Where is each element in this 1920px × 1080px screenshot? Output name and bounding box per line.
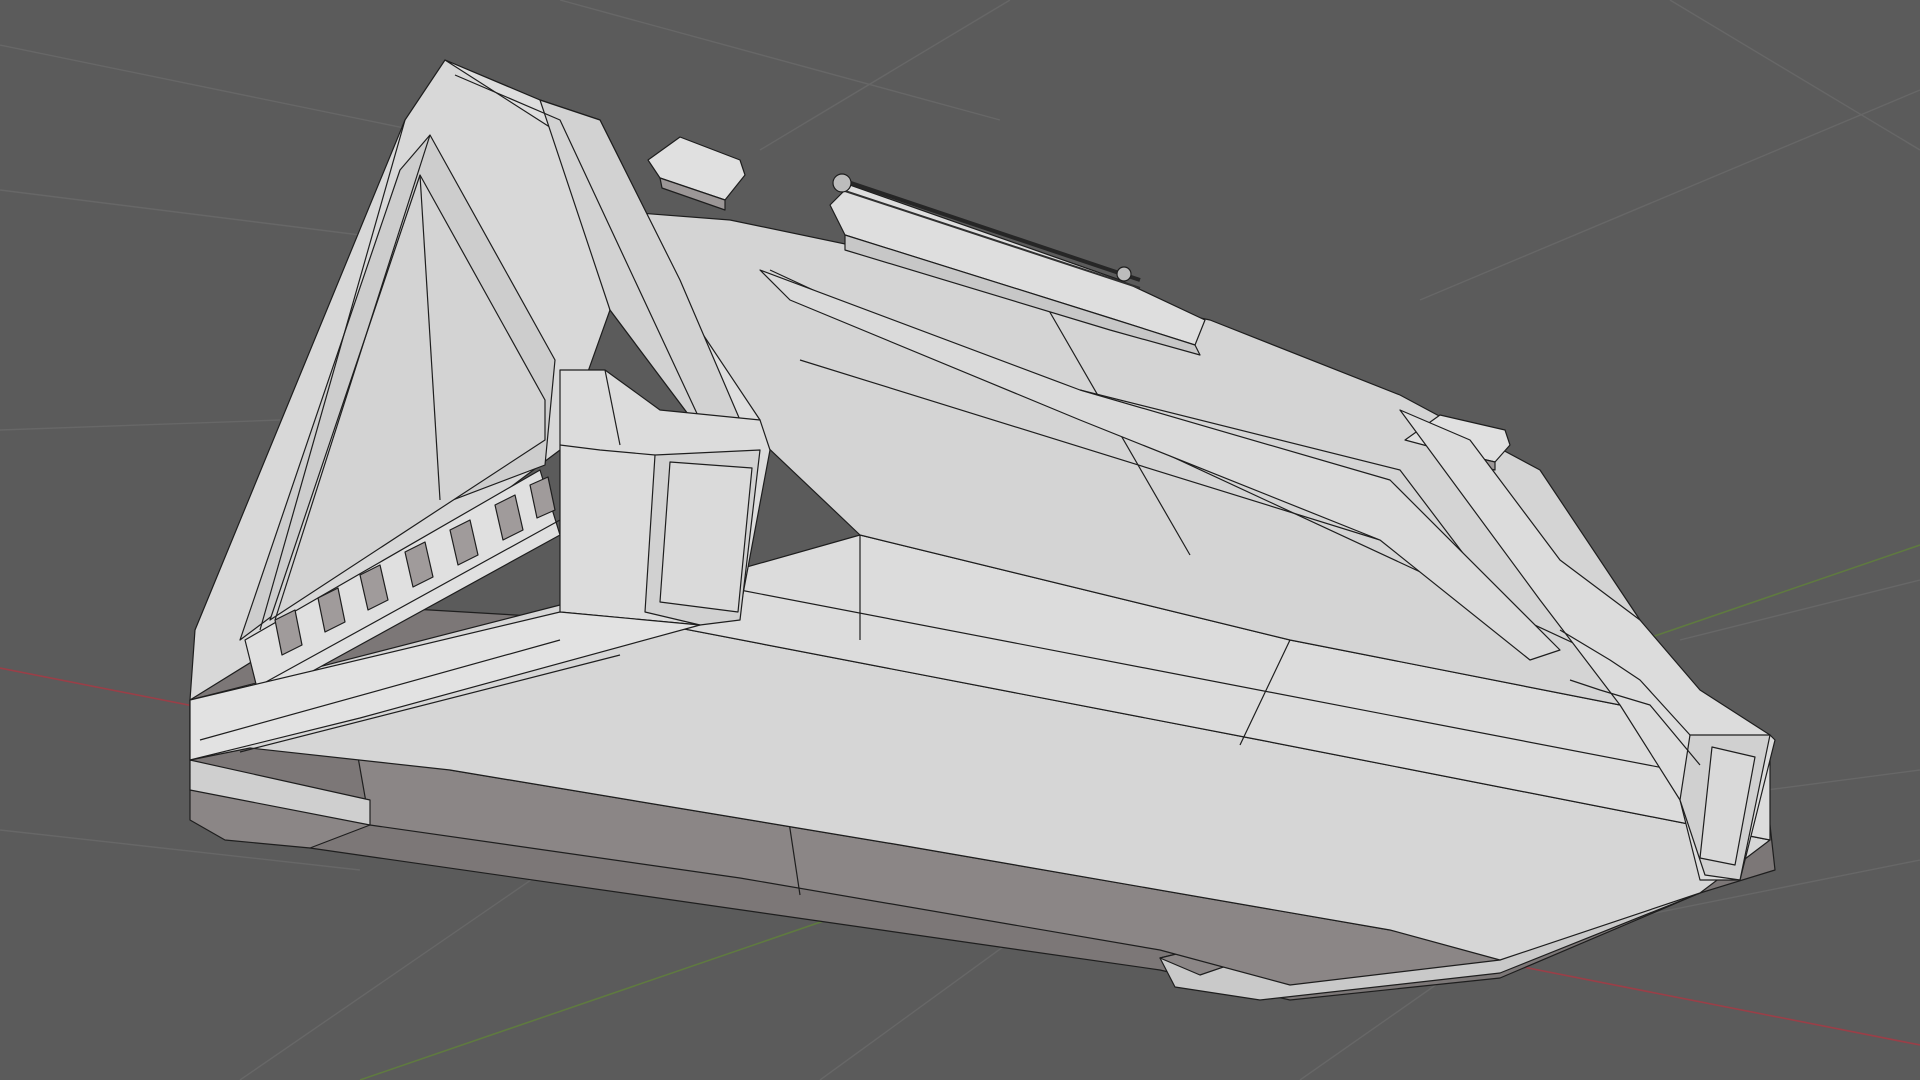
crate-mesh[interactable] — [189, 59, 1776, 1001]
viewport-canvas[interactable] — [0, 0, 1920, 1080]
left-corner-inset[interactable] — [659, 461, 753, 613]
3d-viewport[interactable] — [0, 0, 1920, 1080]
handle-knob-left — [832, 173, 852, 193]
handle-knob-right — [1116, 266, 1132, 282]
